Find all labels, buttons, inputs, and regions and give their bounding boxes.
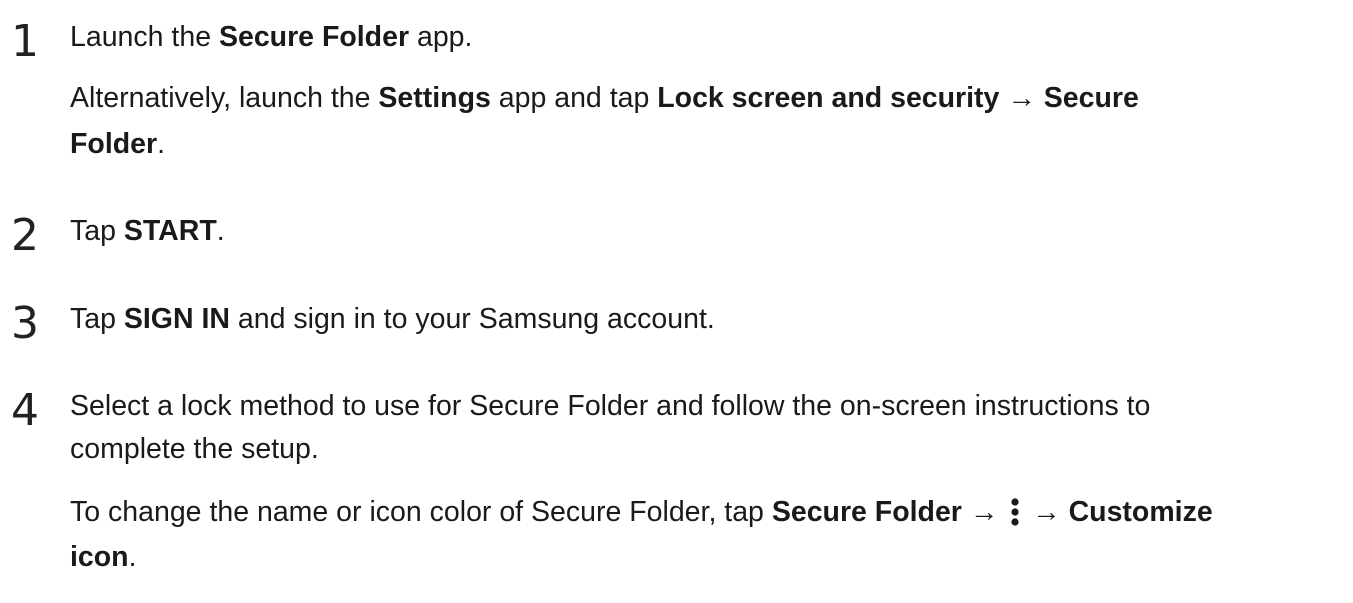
text: app and tap	[490, 82, 658, 114]
step-number: 3	[11, 298, 39, 349]
text: Launch the	[70, 21, 219, 53]
step-number: 1	[11, 16, 39, 67]
step-number: 2	[11, 210, 39, 261]
arrow-icon: →	[999, 82, 1044, 114]
text: Tap	[70, 215, 124, 247]
text: Tap	[70, 303, 124, 335]
button-name-start: START	[123, 215, 217, 247]
step-instruction: Tap START.	[70, 213, 225, 249]
arrow-icon: →	[961, 496, 1007, 528]
text: .	[216, 215, 225, 247]
menu-path-customize: Customize	[1068, 496, 1213, 528]
text: Select a lock method to use for Secure F…	[70, 390, 1151, 422]
menu-path-icon: icon	[70, 541, 129, 573]
text: complete the setup.	[70, 433, 319, 465]
menu-path-folder: Folder	[70, 128, 158, 160]
step-note-continued: Folder.	[70, 126, 165, 162]
step-instruction: Launch the Secure Folder app.	[70, 19, 472, 55]
text: .	[157, 128, 166, 160]
app-name-secure-folder: Secure Folder	[218, 21, 410, 53]
button-name-sign-in: SIGN IN	[123, 303, 230, 335]
app-name-secure-folder: Secure Folder	[771, 496, 962, 528]
text: To change the name or icon color of Secu…	[70, 496, 772, 528]
text: app.	[409, 21, 473, 53]
step-instruction: Tap SIGN IN and sign in to your Samsung …	[70, 301, 715, 337]
step-instruction-continued: complete the setup.	[70, 431, 319, 467]
text: .	[128, 541, 137, 573]
step-note: To change the name or icon color of Secu…	[70, 494, 1213, 530]
text: and sign in to your Samsung account.	[229, 303, 715, 335]
step-note: Alternatively, launch the Settings app a…	[70, 80, 1139, 116]
arrow-icon: →	[1024, 496, 1069, 528]
step-number: 4	[11, 385, 39, 436]
menu-path-secure: Secure	[1043, 82, 1139, 114]
more-options-icon	[1008, 497, 1022, 527]
text: Alternatively, launch the	[70, 82, 379, 114]
app-name-settings: Settings	[378, 82, 491, 114]
step-instruction: Select a lock method to use for Secure F…	[70, 388, 1150, 424]
menu-path-lock-screen: Lock screen and security	[657, 82, 1000, 114]
step-note-continued: icon.	[70, 539, 137, 575]
